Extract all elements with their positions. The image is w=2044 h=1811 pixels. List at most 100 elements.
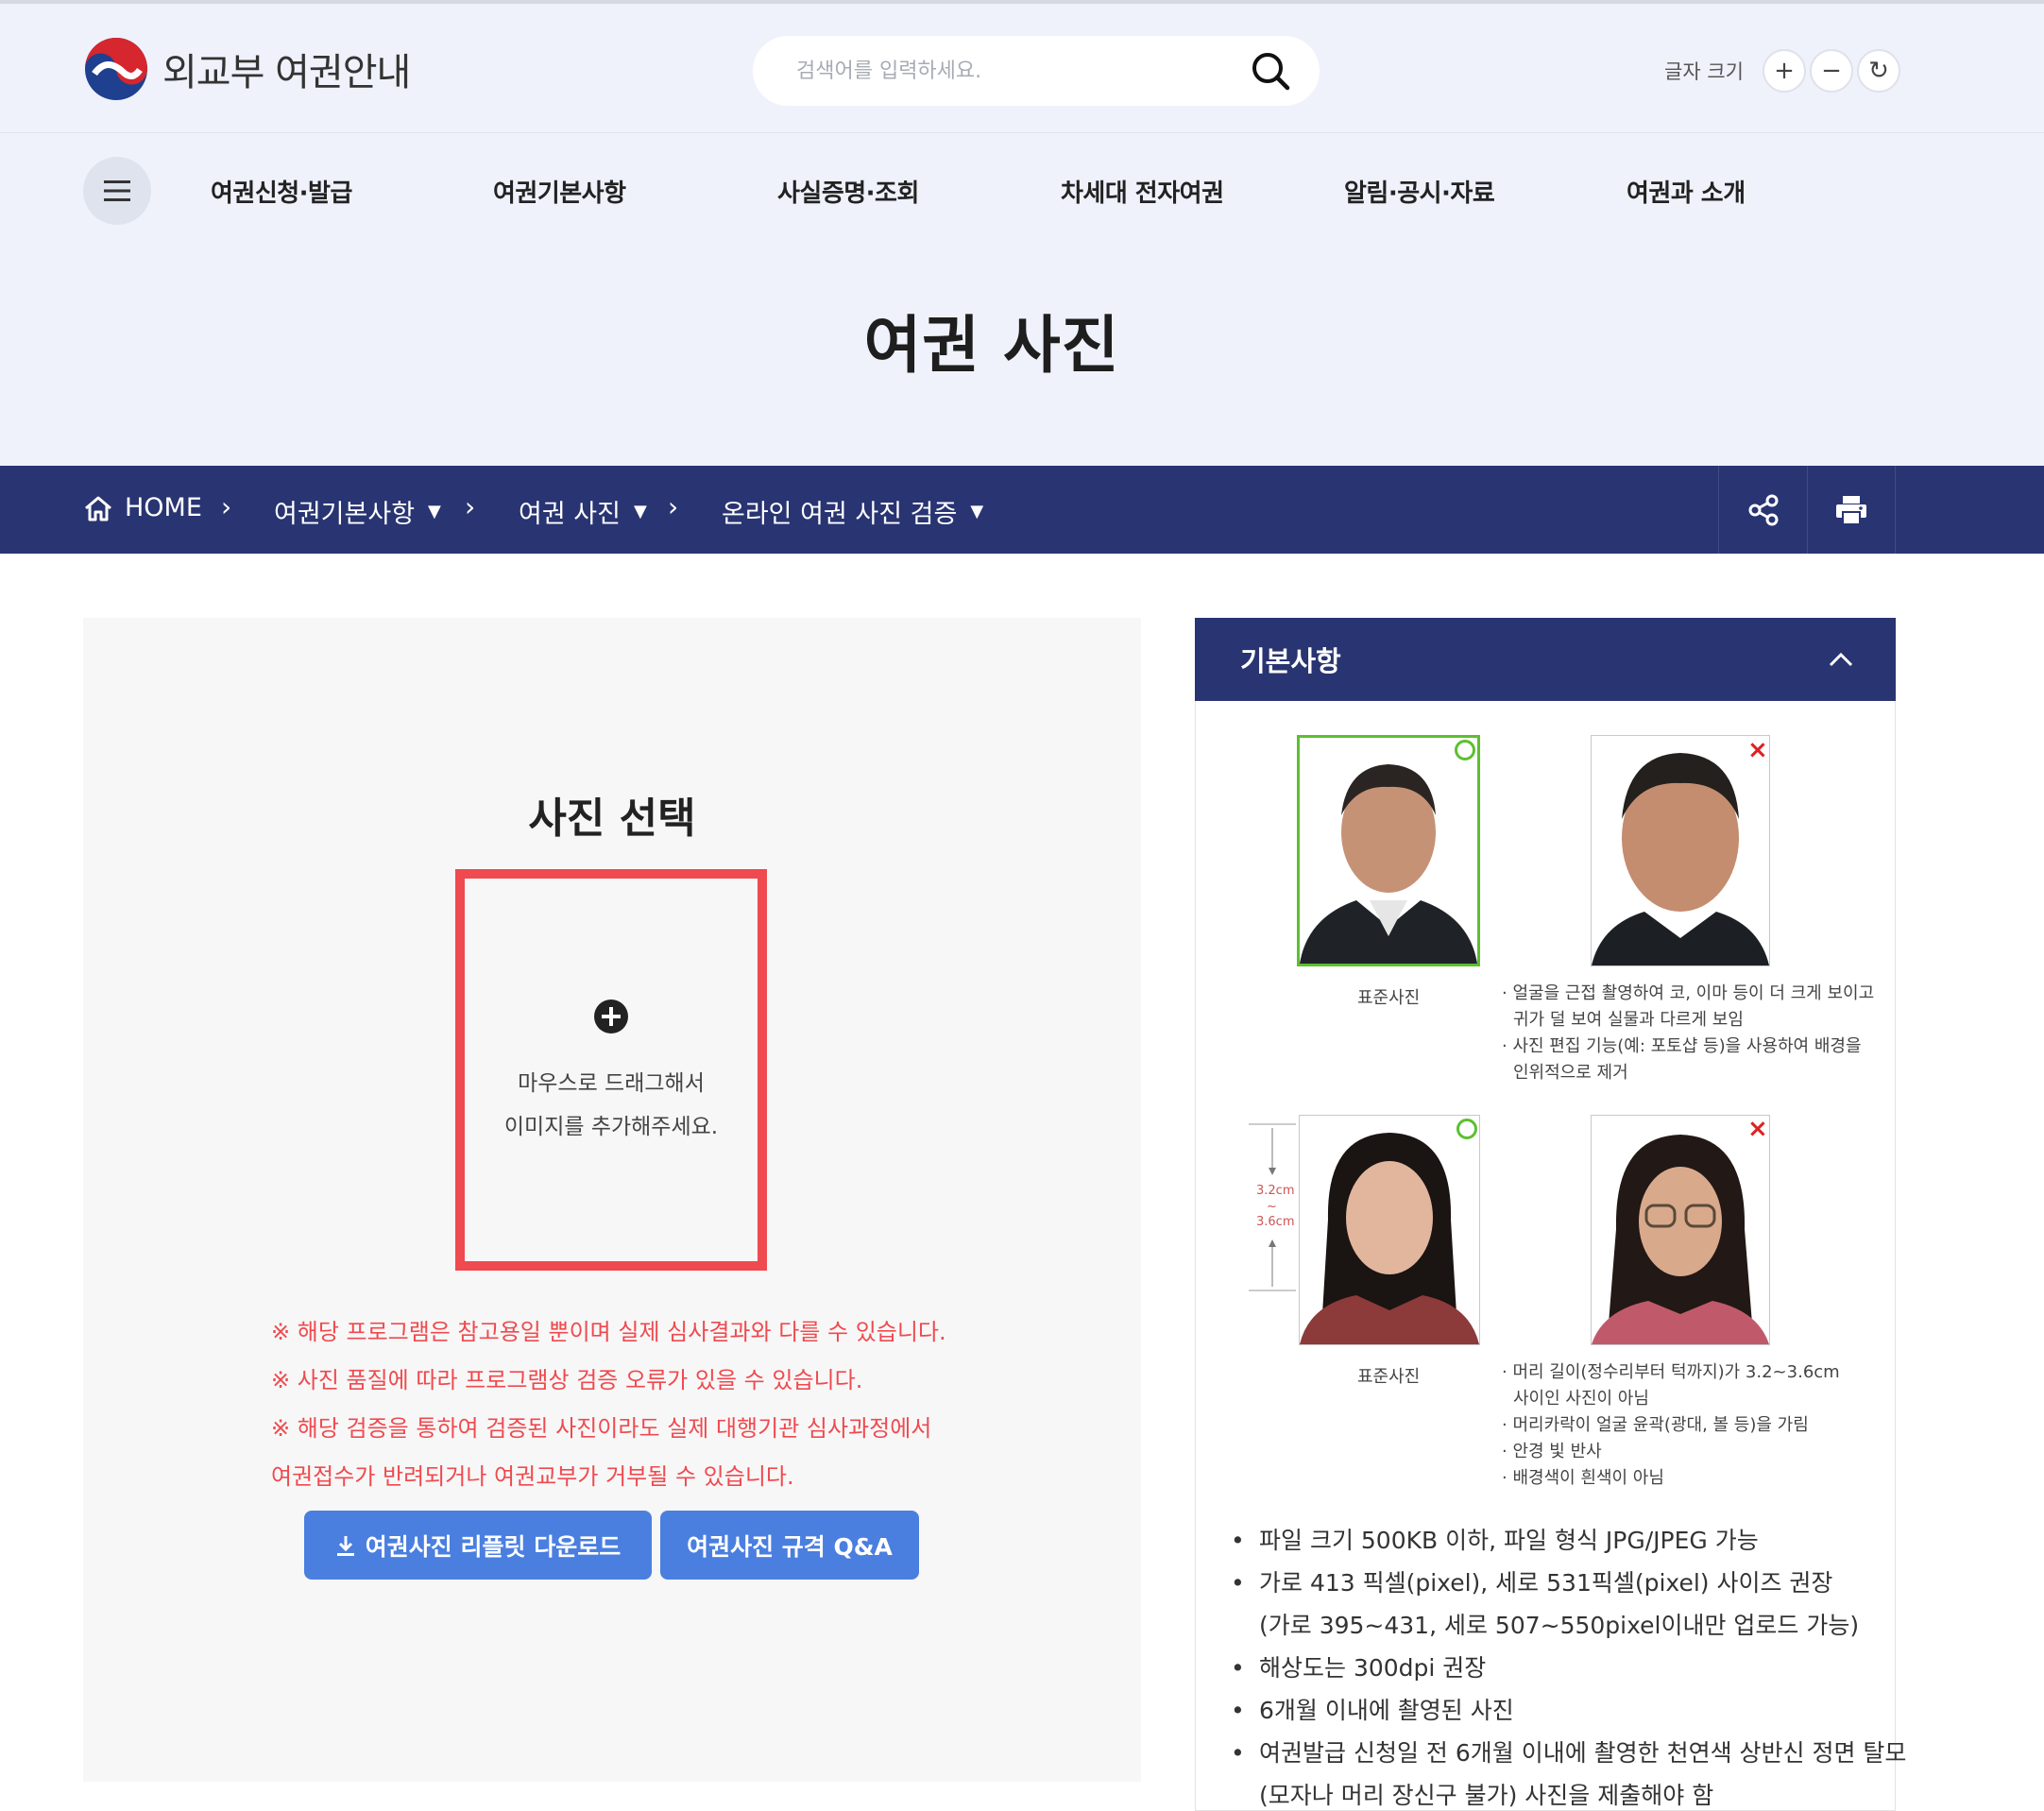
breadcrumb-separator: ›	[465, 491, 476, 522]
info-item-continued: (가로 395~431, 세로 507~550pixel이내만 업로드 가능)	[1259, 1612, 1860, 1639]
breadcrumb-separator: ›	[668, 491, 679, 522]
nav-item-basics[interactable]: 여권기본사항	[493, 174, 626, 209]
photo-select-title: 사진 선택	[528, 794, 696, 843]
basics-title: 기본사항	[1240, 645, 1341, 677]
note-line: 귀가 덜 보여 실물과 다르게 보임	[1513, 1010, 1744, 1030]
breadcrumb-item-label: 여권 사진	[519, 500, 621, 529]
nav-item-epassport[interactable]: 차세대 전자여권	[1061, 174, 1224, 209]
standard-photo-caption: 표준사진	[1357, 1367, 1421, 1387]
male-rejected-photo	[1591, 735, 1770, 966]
basics-accordion-header[interactable]: 기본사항	[1195, 618, 1896, 701]
note-line: · 머리카락이 얼굴 윤곽(광대, 볼 등)을 가림	[1502, 1415, 1809, 1435]
note-line: 인위적으로 제거	[1513, 1063, 1628, 1083]
measure-label: ~	[1267, 1200, 1277, 1214]
female-glasses-image	[1592, 1135, 1769, 1344]
breadcrumb-item-verify[interactable]: 온라인 여권 사진 검증 ▼	[722, 493, 983, 530]
font-size-increase-button[interactable]: +	[1762, 49, 1806, 93]
correct-mark-icon	[1456, 1119, 1477, 1139]
notice-text: ※ 해당 프로그램은 참고용일 뿐이며 실제 심사결과와 다를 수 있습니다.	[271, 1319, 946, 1345]
notice-text: 여권접수가 반려되거나 여권교부가 거부될 수 있습니다.	[271, 1463, 794, 1490]
bullet-icon: •	[1231, 1739, 1245, 1767]
female-portrait-image	[1300, 1133, 1479, 1344]
font-size-reset-button[interactable]: ↻	[1856, 49, 1900, 93]
add-photo-icon[interactable]	[593, 999, 629, 1034]
info-text: 파일 크기 500KB 이하, 파일 형식 JPG/JPEG 가능	[1259, 1527, 1759, 1554]
reject-mark-icon: ×	[1747, 736, 1768, 764]
all-menu-button[interactable]	[83, 157, 151, 225]
taegeuk-emblem-icon	[85, 38, 147, 100]
site-logo[interactable]: 외교부 여권안내	[83, 36, 411, 102]
nav-item-apply[interactable]: 여권신청·발급	[211, 174, 352, 209]
search-icon[interactable]	[1250, 50, 1291, 92]
measure-label: 3.6cm	[1256, 1215, 1295, 1229]
breadcrumb-home[interactable]: HOME	[83, 493, 202, 522]
print-icon	[1836, 495, 1866, 525]
drop-zone-line: 마우스로 드래그해서	[518, 1071, 705, 1096]
note-line: · 안경 빛 반사	[1502, 1442, 1602, 1461]
info-text: 여권발급 신청일 전 6개월 이내에 촬영한 천연색 상반신 정면 탈모	[1259, 1739, 1907, 1767]
info-item: • 여권발급 신청일 전 6개월 이내에 촬영한 천연색 상반신 정면 탈모	[1231, 1734, 1906, 1768]
info-text: 해상도는 300dpi 권장	[1259, 1654, 1487, 1682]
breadcrumb-home-label: HOME	[125, 493, 202, 522]
male-portrait-image	[1300, 764, 1477, 964]
breadcrumb-item-basics[interactable]: 여권기본사항 ▼	[274, 493, 441, 530]
note-line: · 사진 편집 기능(예: 포토샵 등)을 사용하여 배경을	[1502, 1036, 1862, 1056]
info-text: 가로 413 픽셀(pixel), 세로 531픽셀(pixel) 사이즈 권장	[1259, 1569, 1833, 1597]
bullet-icon: •	[1231, 1654, 1245, 1682]
font-size-decrease-button[interactable]: −	[1809, 49, 1853, 93]
info-item: • 해상도는 300dpi 권장	[1231, 1649, 1486, 1683]
info-item: • 6개월 이내에 촬영된 사진	[1231, 1692, 1514, 1726]
drop-zone-instructions: 마우스로 드래그해서 이미지를 추가해주세요.	[455, 1062, 767, 1149]
print-button[interactable]	[1807, 466, 1896, 554]
note-line: 사이인 사진이 아님	[1513, 1389, 1649, 1409]
share-button[interactable]	[1718, 466, 1807, 554]
male-closeup-image	[1592, 753, 1769, 965]
caret-down-icon: ▼	[633, 502, 647, 521]
nav-item-notices[interactable]: 알림·공시·자료	[1344, 174, 1495, 209]
breadcrumb-item-label: 여권기본사항	[274, 500, 416, 529]
info-item: • 가로 413 픽셀(pixel), 세로 531픽셀(pixel) 사이즈 권…	[1231, 1564, 1832, 1598]
info-text: 6개월 이내에 촬영된 사진	[1259, 1697, 1514, 1724]
search-input[interactable]	[796, 59, 1250, 83]
nav-item-certificate[interactable]: 사실증명·조회	[777, 174, 919, 209]
photo-spec-qa-button[interactable]: 여권사진 규격 Q&A	[660, 1511, 919, 1580]
correct-mark-icon	[1455, 740, 1475, 760]
bullet-icon: •	[1231, 1569, 1245, 1597]
drop-zone-line: 이미지를 추가해주세요.	[503, 1115, 719, 1139]
page-title: 여권 사진	[863, 309, 1120, 382]
standard-photo-caption: 표준사진	[1357, 988, 1421, 1008]
share-icon	[1748, 494, 1778, 525]
bullet-icon: •	[1231, 1697, 1245, 1724]
notice-text: ※ 해당 검증을 통하여 검증된 사진이라도 실제 대행기관 심사과정에서	[271, 1415, 932, 1442]
leaflet-download-label: 여권사진 리플릿 다운로드	[365, 1532, 622, 1561]
male-standard-photo	[1297, 735, 1480, 966]
nav-item-about[interactable]: 여권과 소개	[1627, 174, 1746, 209]
home-icon	[85, 496, 111, 521]
leaflet-download-button[interactable]: 여권사진 리플릿 다운로드	[304, 1511, 652, 1580]
caret-down-icon: ▼	[970, 502, 984, 521]
hamburger-menu-icon	[104, 180, 130, 201]
search-box[interactable]	[753, 36, 1320, 106]
reject-mark-icon: ×	[1747, 1115, 1768, 1143]
female-rejected-photo	[1591, 1115, 1770, 1345]
bullet-icon: •	[1231, 1527, 1245, 1554]
info-item-continued: (모자나 머리 장신구 불가) 사진을 제출해야 함	[1259, 1782, 1714, 1809]
female-reject-notes: · 머리 길이(정수리부터 턱까지)가 3.2~3.6cm 사이인 사진이 아님…	[1502, 1359, 1840, 1492]
note-line: · 얼굴을 근접 촬영하여 코, 이마 등이 더 크게 보이고	[1502, 983, 1875, 1003]
info-item: • 파일 크기 500KB 이하, 파일 형식 JPG/JPEG 가능	[1231, 1522, 1759, 1556]
chevron-up-icon[interactable]	[1828, 651, 1854, 668]
notice-text: ※ 사진 품질에 따라 프로그램상 검증 오류가 있을 수 있습니다.	[271, 1367, 863, 1393]
breadcrumb-item-label: 온라인 여권 사진 검증	[722, 500, 958, 529]
download-icon	[336, 1535, 354, 1556]
measure-label: 3.2cm	[1256, 1184, 1295, 1198]
font-size-controls: 글자 크기 + − ↻	[1664, 49, 1900, 93]
note-line: · 배경색이 흰색이 아님	[1502, 1468, 1664, 1488]
note-line: · 머리 길이(정수리부터 턱까지)가 3.2~3.6cm	[1502, 1362, 1840, 1382]
breadcrumb-item-photo[interactable]: 여권 사진 ▼	[519, 493, 647, 530]
caret-down-icon: ▼	[428, 502, 441, 521]
male-reject-notes: · 얼굴을 근접 촬영하여 코, 이마 등이 더 크게 보이고 귀가 덜 보여 …	[1502, 981, 1874, 1086]
breadcrumb-separator: ›	[221, 491, 232, 522]
logo-text: 외교부 여권안내	[162, 51, 411, 94]
header-divider	[0, 132, 2044, 133]
font-size-label: 글자 크기	[1664, 60, 1744, 83]
